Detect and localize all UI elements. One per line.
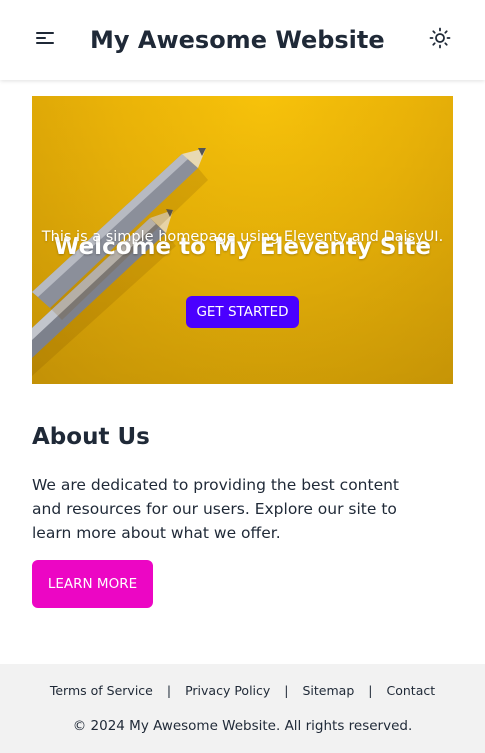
hero-section: Welcome to My Eleventy Site This is a si…	[32, 96, 453, 384]
hero-subtitle: This is a simple homepage using Eleventy…	[41, 229, 444, 245]
copyright-text: © 2024 My Awesome Website. All rights re…	[72, 718, 413, 734]
theme-toggle-button[interactable]	[424, 24, 456, 56]
menu-button[interactable]	[29, 24, 61, 56]
footer-separator: |	[166, 683, 172, 698]
site-title[interactable]: My Awesome Website	[90, 24, 385, 56]
hamburger-menu-icon	[35, 30, 55, 50]
navbar: My Awesome Website	[0, 0, 485, 80]
footer-link-sitemap[interactable]: Sitemap	[303, 683, 355, 698]
footer-link-contact[interactable]: Contact	[387, 683, 436, 698]
get-started-button[interactable]: GET STARTED	[186, 296, 299, 328]
about-heading: About Us	[32, 424, 150, 450]
footer: Terms of Service | Privacy Policy | Sitemap |…	[0, 664, 485, 753]
footer-separator: |	[284, 683, 289, 698]
about-text: We are dedicated to providing the best c…	[32, 476, 400, 542]
footer-link-terms[interactable]: Terms of Service	[50, 683, 153, 698]
learn-more-button[interactable]: LEARN MORE	[32, 560, 153, 608]
footer-links: Terms of Service | Privacy Policy | Sitemap |…	[0, 683, 485, 698]
sun-icon	[429, 27, 451, 53]
footer-separator: |	[368, 683, 373, 698]
footer-link-privacy[interactable]: Privacy Policy	[185, 683, 270, 698]
